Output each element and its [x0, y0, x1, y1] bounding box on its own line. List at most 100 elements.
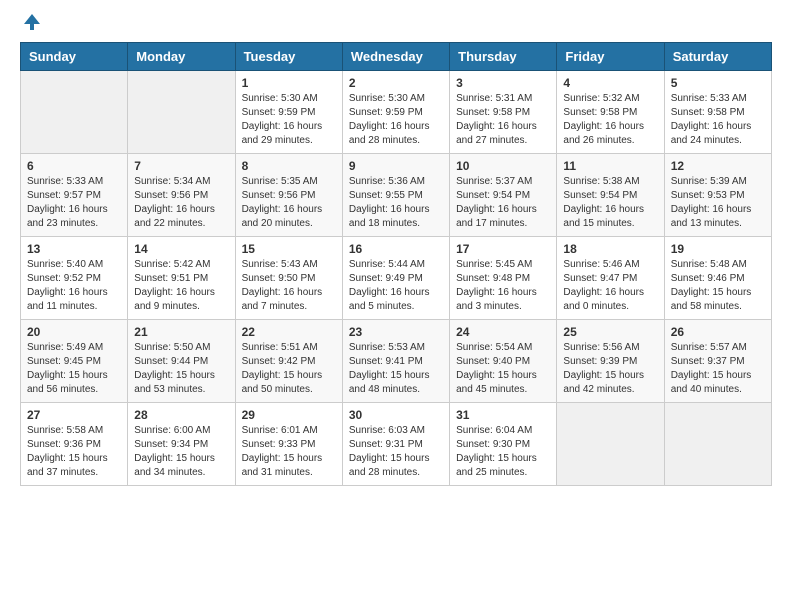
week-row-3: 13 Sunrise: 5:40 AM Sunset: 9:52 PM Dayli…: [21, 237, 772, 320]
day-number: 9: [349, 159, 443, 173]
calendar-cell: 30Sunrise: 6:03 AM Sunset: 9:31 PM Dayli…: [342, 403, 449, 486]
day-number: 26: [671, 325, 765, 339]
week-row-1: 1 Sunrise: 5:30 AM Sunset: 9:59 PM Daylig…: [21, 71, 772, 154]
day-number: 24: [456, 325, 550, 339]
day-info: Sunrise: 5:50 AM Sunset: 9:44 PM Dayligh…: [134, 341, 228, 397]
day-number: 4: [563, 76, 657, 90]
day-number: 6: [27, 159, 121, 173]
day-info: Sunrise: 5:36 AM Sunset: 9:55 PM Dayligh…: [349, 175, 443, 231]
calendar-cell: 15 Sunrise: 5:43 AM Sunset: 9:50 PM Dayli…: [235, 237, 342, 320]
calendar-cell: 25 Sunrise: 5:56 AM Sunset: 9:39 PM Dayli…: [557, 320, 664, 403]
day-info: Sunrise: 5:56 AM Sunset: 9:39 PM Dayligh…: [563, 341, 657, 397]
day-number: 7: [134, 159, 228, 173]
day-info: Sunrise: 5:58 AM Sunset: 9:36 PM Dayligh…: [27, 424, 121, 480]
calendar-cell: 26 Sunrise: 5:57 AM Sunset: 9:37 PM Dayli…: [664, 320, 771, 403]
day-info: Sunrise: 5:35 AM Sunset: 9:56 PM Dayligh…: [242, 175, 336, 231]
day-number: 10: [456, 159, 550, 173]
calendar-cell: 21Sunrise: 5:50 AM Sunset: 9:44 PM Dayli…: [128, 320, 235, 403]
weekday-header-tuesday: Tuesday: [235, 43, 342, 71]
day-info: Sunrise: 5:30 AM Sunset: 9:59 PM Dayligh…: [349, 92, 443, 148]
day-info: Sunrise: 6:04 AM Sunset: 9:30 PM Dayligh…: [456, 424, 550, 480]
weekday-header-friday: Friday: [557, 43, 664, 71]
day-info: Sunrise: 5:51 AM Sunset: 9:42 PM Dayligh…: [242, 341, 336, 397]
day-info: Sunrise: 5:43 AM Sunset: 9:50 PM Dayligh…: [242, 258, 336, 314]
header: [20, 20, 772, 32]
day-number: 25: [563, 325, 657, 339]
weekday-header-wednesday: Wednesday: [342, 43, 449, 71]
day-number: 11: [563, 159, 657, 173]
week-row-4: 20 Sunrise: 5:49 AM Sunset: 9:45 PM Dayli…: [21, 320, 772, 403]
day-number: 22: [242, 325, 336, 339]
day-info: Sunrise: 5:40 AM Sunset: 9:52 PM Dayligh…: [27, 258, 121, 314]
day-number: 23: [349, 325, 443, 339]
day-info: Sunrise: 5:46 AM Sunset: 9:47 PM Dayligh…: [563, 258, 657, 314]
day-info: Sunrise: 5:42 AM Sunset: 9:51 PM Dayligh…: [134, 258, 228, 314]
day-number: 29: [242, 408, 336, 422]
day-info: Sunrise: 5:54 AM Sunset: 9:40 PM Dayligh…: [456, 341, 550, 397]
calendar-cell: 23 Sunrise: 5:53 AM Sunset: 9:41 PM Dayli…: [342, 320, 449, 403]
day-info: Sunrise: 5:32 AM Sunset: 9:58 PM Dayligh…: [563, 92, 657, 148]
day-number: 12: [671, 159, 765, 173]
day-info: Sunrise: 5:57 AM Sunset: 9:37 PM Dayligh…: [671, 341, 765, 397]
calendar-cell: 20 Sunrise: 5:49 AM Sunset: 9:45 PM Dayli…: [21, 320, 128, 403]
weekday-header-monday: Monday: [128, 43, 235, 71]
day-number: 2: [349, 76, 443, 90]
day-number: 18: [563, 242, 657, 256]
calendar-cell: 24 Sunrise: 5:54 AM Sunset: 9:40 PM Dayli…: [450, 320, 557, 403]
day-info: Sunrise: 5:34 AM Sunset: 9:56 PM Dayligh…: [134, 175, 228, 231]
day-number: 8: [242, 159, 336, 173]
day-info: Sunrise: 5:53 AM Sunset: 9:41 PM Dayligh…: [349, 341, 443, 397]
day-number: 19: [671, 242, 765, 256]
calendar-table: SundayMondayTuesdayWednesdayThursdayFrid…: [20, 42, 772, 486]
calendar-cell: 11 Sunrise: 5:38 AM Sunset: 9:54 PM Dayli…: [557, 154, 664, 237]
page: SundayMondayTuesdayWednesdayThursdayFrid…: [0, 0, 792, 496]
calendar-cell: 12 Sunrise: 5:39 AM Sunset: 9:53 PM Dayli…: [664, 154, 771, 237]
day-number: 13: [27, 242, 121, 256]
calendar-cell: 8 Sunrise: 5:35 AM Sunset: 9:56 PM Daylig…: [235, 154, 342, 237]
week-row-2: 6 Sunrise: 5:33 AM Sunset: 9:57 PM Daylig…: [21, 154, 772, 237]
day-number: 27: [27, 408, 121, 422]
calendar-cell: 2 Sunrise: 5:30 AM Sunset: 9:59 PM Daylig…: [342, 71, 449, 154]
calendar-cell: 19 Sunrise: 5:48 AM Sunset: 9:46 PM Dayli…: [664, 237, 771, 320]
day-info: Sunrise: 5:49 AM Sunset: 9:45 PM Dayligh…: [27, 341, 121, 397]
day-info: Sunrise: 5:33 AM Sunset: 9:58 PM Dayligh…: [671, 92, 765, 148]
day-info: Sunrise: 5:45 AM Sunset: 9:48 PM Dayligh…: [456, 258, 550, 314]
weekday-header-thursday: Thursday: [450, 43, 557, 71]
calendar-cell: 5Sunrise: 5:33 AM Sunset: 9:58 PM Daylig…: [664, 71, 771, 154]
calendar-cell: 16 Sunrise: 5:44 AM Sunset: 9:49 PM Dayli…: [342, 237, 449, 320]
day-info: Sunrise: 5:48 AM Sunset: 9:46 PM Dayligh…: [671, 258, 765, 314]
calendar-cell: 3 Sunrise: 5:31 AM Sunset: 9:58 PM Daylig…: [450, 71, 557, 154]
day-info: Sunrise: 5:44 AM Sunset: 9:49 PM Dayligh…: [349, 258, 443, 314]
calendar-cell: 7 Sunrise: 5:34 AM Sunset: 9:56 PM Daylig…: [128, 154, 235, 237]
calendar-cell: 14 Sunrise: 5:42 AM Sunset: 9:51 PM Dayli…: [128, 237, 235, 320]
day-number: 3: [456, 76, 550, 90]
day-number: 14: [134, 242, 228, 256]
day-info: Sunrise: 6:03 AM Sunset: 9:31 PM Dayligh…: [349, 424, 443, 480]
logo: [20, 20, 42, 32]
weekday-header-saturday: Saturday: [664, 43, 771, 71]
calendar-cell: 4 Sunrise: 5:32 AM Sunset: 9:58 PM Daylig…: [557, 71, 664, 154]
day-number: 16: [349, 242, 443, 256]
calendar-cell: 18 Sunrise: 5:46 AM Sunset: 9:47 PM Dayli…: [557, 237, 664, 320]
logo-icon: [22, 12, 42, 32]
week-row-5: 27 Sunrise: 5:58 AM Sunset: 9:36 PM Dayli…: [21, 403, 772, 486]
calendar-cell: 1Sunrise: 5:30 AM Sunset: 9:59 PM Daylig…: [235, 71, 342, 154]
weekday-header-row: SundayMondayTuesdayWednesdayThursdayFrid…: [21, 43, 772, 71]
calendar-cell: [21, 71, 128, 154]
calendar-cell: [664, 403, 771, 486]
calendar-cell: 28 Sunrise: 6:00 AM Sunset: 9:34 PM Dayli…: [128, 403, 235, 486]
calendar-cell: 22 Sunrise: 5:51 AM Sunset: 9:42 PM Dayli…: [235, 320, 342, 403]
day-number: 15: [242, 242, 336, 256]
day-info: Sunrise: 5:38 AM Sunset: 9:54 PM Dayligh…: [563, 175, 657, 231]
day-number: 20: [27, 325, 121, 339]
day-info: Sunrise: 5:39 AM Sunset: 9:53 PM Dayligh…: [671, 175, 765, 231]
day-info: Sunrise: 5:37 AM Sunset: 9:54 PM Dayligh…: [456, 175, 550, 231]
day-info: Sunrise: 6:00 AM Sunset: 9:34 PM Dayligh…: [134, 424, 228, 480]
day-number: 28: [134, 408, 228, 422]
day-info: Sunrise: 5:33 AM Sunset: 9:57 PM Dayligh…: [27, 175, 121, 231]
day-number: 1: [242, 76, 336, 90]
calendar-cell: 6 Sunrise: 5:33 AM Sunset: 9:57 PM Daylig…: [21, 154, 128, 237]
day-info: Sunrise: 5:31 AM Sunset: 9:58 PM Dayligh…: [456, 92, 550, 148]
day-number: 31: [456, 408, 550, 422]
calendar-cell: [128, 71, 235, 154]
